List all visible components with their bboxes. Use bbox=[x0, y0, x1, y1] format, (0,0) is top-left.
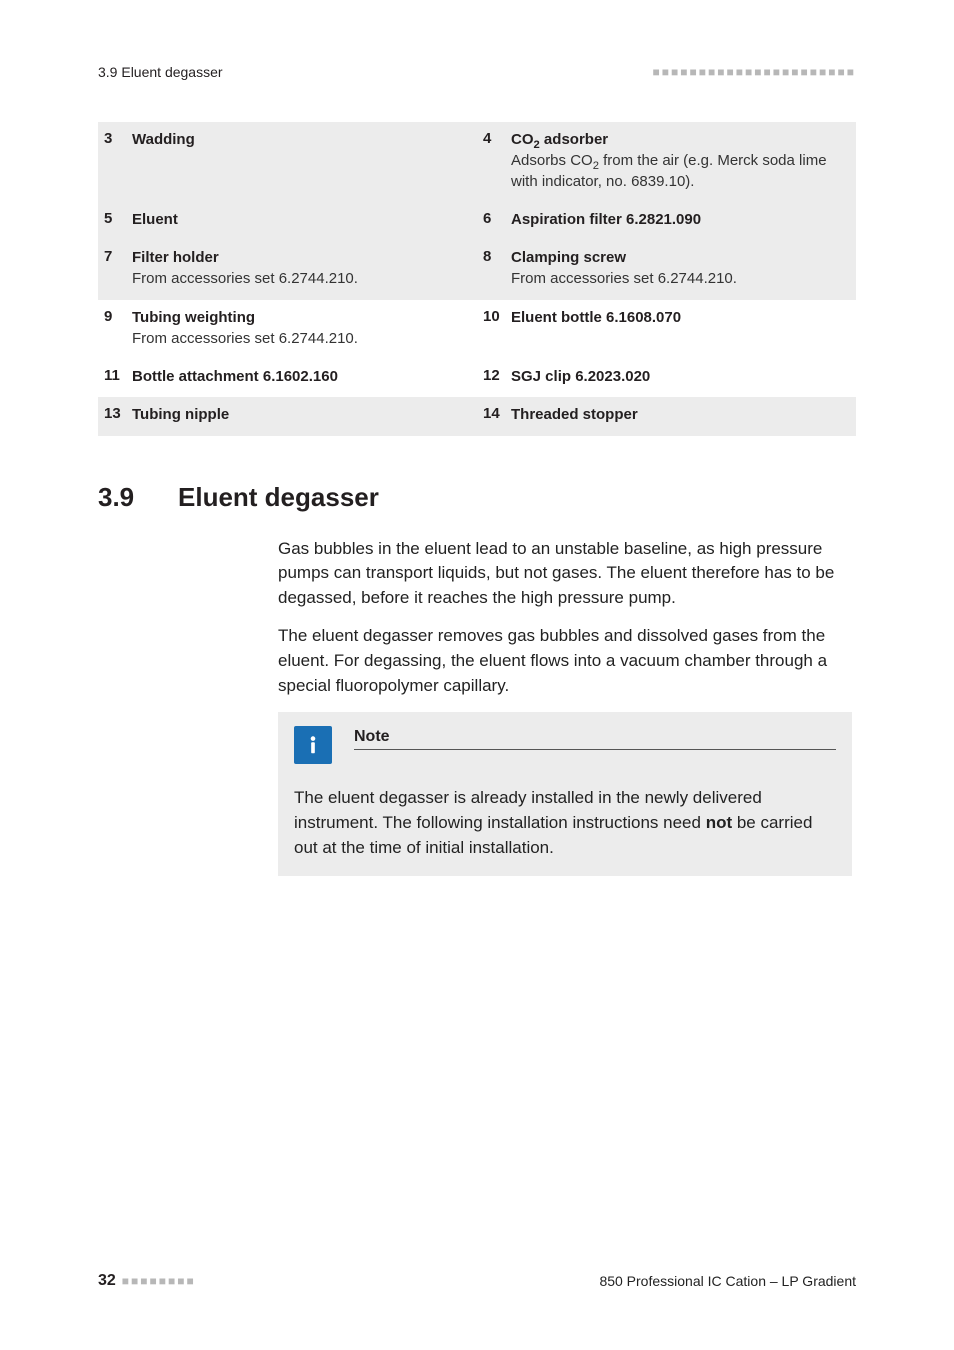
legend-body: Bottle attachment 6.1602.160 bbox=[132, 367, 465, 387]
note-callout: Note The eluent degasser is already inst… bbox=[278, 712, 852, 876]
body-column: Gas bubbles in the eluent lead to an uns… bbox=[278, 537, 852, 877]
legend-title: SGJ clip 6.2023.020 bbox=[511, 367, 844, 387]
legend-title: Wadding bbox=[132, 130, 465, 150]
legend-title: Bottle attachment 6.1602.160 bbox=[132, 367, 465, 387]
footer-dots: ■■■■■■■■ bbox=[122, 1274, 196, 1288]
note-label: Note bbox=[354, 728, 836, 750]
legend-desc: From accessories set 6.2744.210. bbox=[132, 329, 465, 349]
section-number: 3.9 bbox=[98, 482, 178, 513]
legend-cell: 3 Wadding bbox=[98, 122, 477, 202]
legend-title: Filter holder bbox=[132, 248, 465, 268]
legend-number: 10 bbox=[483, 308, 511, 325]
legend-number: 8 bbox=[483, 248, 511, 265]
legend-row: 11 Bottle attachment 6.1602.160 12 SGJ c… bbox=[98, 359, 856, 397]
footer-right: 850 Professional IC Cation – LP Gradient bbox=[599, 1273, 856, 1289]
legend-title: Tubing nipple bbox=[132, 405, 465, 425]
legend-cell: 6 Aspiration filter 6.2821.090 bbox=[477, 202, 856, 240]
page-number: 32 bbox=[98, 1272, 116, 1290]
legend-body: Tubing nipple bbox=[132, 405, 465, 425]
legend-number: 5 bbox=[104, 210, 132, 227]
component-legend-table: 3 Wadding 4 CO2 adsorber Adsorbs CO2 fro… bbox=[98, 122, 856, 436]
legend-number: 13 bbox=[104, 405, 132, 422]
note-head: Note bbox=[294, 726, 836, 764]
page-footer: 32 ■■■■■■■■ 850 Professional IC Cation –… bbox=[98, 1272, 856, 1290]
legend-number: 7 bbox=[104, 248, 132, 265]
legend-body: Tubing weighting From accessories set 6.… bbox=[132, 308, 465, 350]
legend-number: 9 bbox=[104, 308, 132, 325]
legend-body: Eluent bbox=[132, 210, 465, 230]
legend-number: 4 bbox=[483, 130, 511, 147]
legend-cell: 8 Clamping screw From accessories set 6.… bbox=[477, 240, 856, 300]
legend-number: 12 bbox=[483, 367, 511, 384]
legend-cell: 4 CO2 adsorber Adsorbs CO2 from the air … bbox=[477, 122, 856, 202]
legend-title: Threaded stopper bbox=[511, 405, 844, 425]
legend-cell: 12 SGJ clip 6.2023.020 bbox=[477, 359, 856, 397]
legend-cell: 5 Eluent bbox=[98, 202, 477, 240]
legend-body: Aspiration filter 6.2821.090 bbox=[511, 210, 844, 230]
running-header-left: 3.9 Eluent degasser bbox=[98, 64, 223, 80]
legend-body: Clamping screw From accessories set 6.27… bbox=[511, 248, 844, 290]
legend-row: 9 Tubing weighting From accessories set … bbox=[98, 300, 856, 360]
legend-number: 3 bbox=[104, 130, 132, 147]
info-icon bbox=[294, 726, 332, 764]
legend-title: Eluent bbox=[132, 210, 465, 230]
legend-row: 13 Tubing nipple 14 Threaded stopper bbox=[98, 397, 856, 435]
legend-row: 3 Wadding 4 CO2 adsorber Adsorbs CO2 fro… bbox=[98, 122, 856, 202]
legend-body: Threaded stopper bbox=[511, 405, 844, 425]
legend-body: SGJ clip 6.2023.020 bbox=[511, 367, 844, 387]
legend-number: 11 bbox=[104, 367, 132, 384]
note-label-wrap: Note bbox=[354, 726, 836, 750]
legend-desc: From accessories set 6.2744.210. bbox=[511, 269, 844, 289]
page-header: 3.9 Eluent degasser ■■■■■■■■■■■■■■■■■■■■… bbox=[98, 64, 856, 80]
legend-body: Eluent bottle 6.1608.070 bbox=[511, 308, 844, 328]
info-icon-svg bbox=[302, 734, 324, 756]
legend-title: Clamping screw bbox=[511, 248, 844, 268]
legend-cell: 7 Filter holder From accessories set 6.2… bbox=[98, 240, 477, 300]
legend-title: Eluent bottle 6.1608.070 bbox=[511, 308, 844, 328]
running-header-dots: ■■■■■■■■■■■■■■■■■■■■■■ bbox=[653, 65, 856, 79]
section-title: Eluent degasser bbox=[178, 482, 379, 513]
footer-left: 32 ■■■■■■■■ bbox=[98, 1272, 196, 1290]
legend-body: CO2 adsorber Adsorbs CO2 from the air (e… bbox=[511, 130, 844, 192]
note-text: The eluent degasser is already installed… bbox=[294, 786, 836, 860]
legend-cell: 14 Threaded stopper bbox=[477, 397, 856, 435]
page: 3.9 Eluent degasser ■■■■■■■■■■■■■■■■■■■■… bbox=[0, 0, 954, 1350]
legend-body: Filter holder From accessories set 6.274… bbox=[132, 248, 465, 290]
legend-number: 6 bbox=[483, 210, 511, 227]
body-paragraph: Gas bubbles in the eluent lead to an uns… bbox=[278, 537, 852, 611]
legend-cell: 9 Tubing weighting From accessories set … bbox=[98, 300, 477, 360]
legend-cell: 10 Eluent bottle 6.1608.070 bbox=[477, 300, 856, 360]
legend-number: 14 bbox=[483, 405, 511, 422]
legend-title: Aspiration filter 6.2821.090 bbox=[511, 210, 844, 230]
legend-row: 7 Filter holder From accessories set 6.2… bbox=[98, 240, 856, 300]
legend-desc: Adsorbs CO2 from the air (e.g. Merck sod… bbox=[511, 151, 844, 192]
legend-cell: 13 Tubing nipple bbox=[98, 397, 477, 435]
legend-row: 5 Eluent 6 Aspiration filter 6.2821.090 bbox=[98, 202, 856, 240]
section-heading: 3.9 Eluent degasser bbox=[98, 482, 856, 513]
body-paragraph: The eluent degasser removes gas bubbles … bbox=[278, 624, 852, 698]
legend-cell: 11 Bottle attachment 6.1602.160 bbox=[98, 359, 477, 397]
legend-title: Tubing weighting bbox=[132, 308, 465, 328]
legend-title: CO2 adsorber bbox=[511, 130, 844, 150]
legend-body: Wadding bbox=[132, 130, 465, 150]
legend-desc: From accessories set 6.2744.210. bbox=[132, 269, 465, 289]
